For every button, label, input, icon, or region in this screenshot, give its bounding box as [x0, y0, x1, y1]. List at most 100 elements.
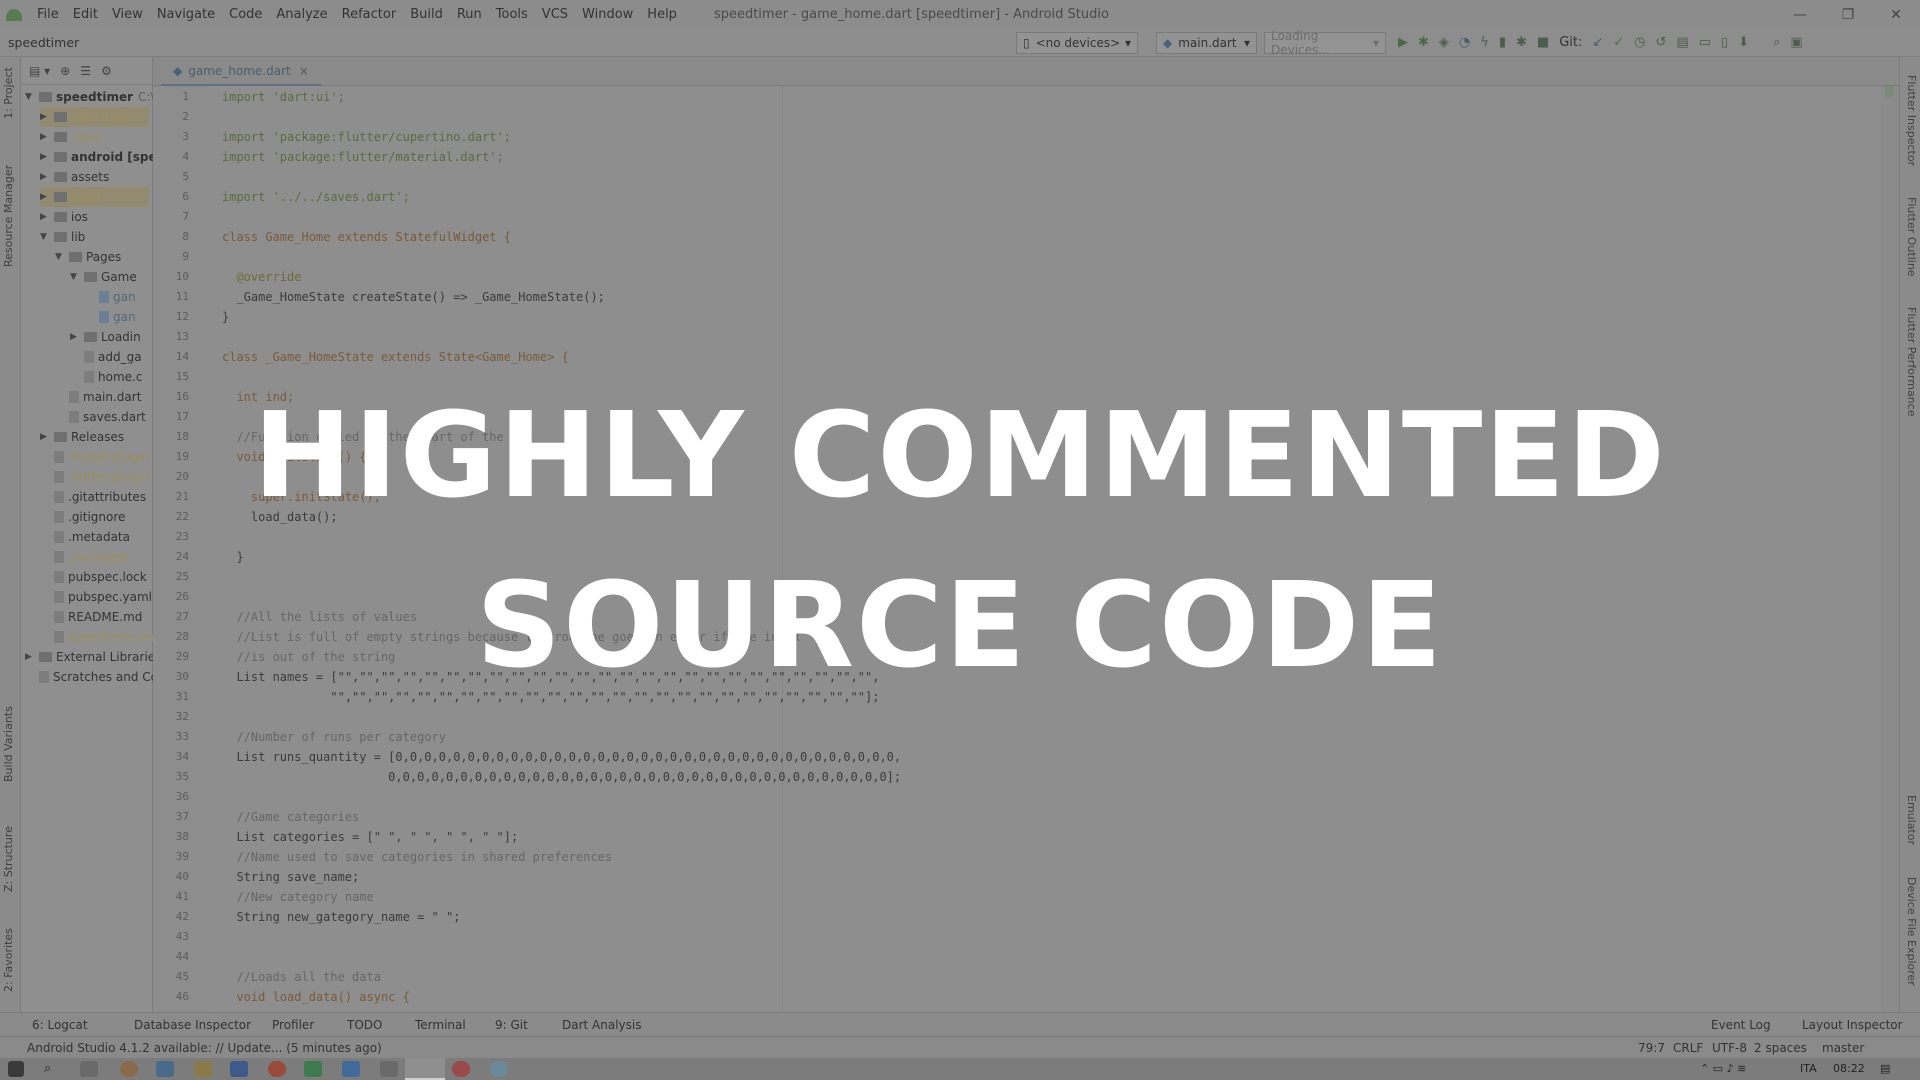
git-commit-icon[interactable]: ✓ [1613, 35, 1624, 50]
breadcrumb[interactable]: speedtimer [8, 35, 79, 50]
tree-item[interactable]: gan [85, 287, 136, 307]
input-language[interactable]: ITA [1800, 1062, 1817, 1075]
device-file-explorer-tool-tab[interactable]: Device File Explorer [1905, 877, 1918, 986]
collapsed-arrow-icon[interactable]: ▶ [40, 432, 50, 442]
view-mode-icon[interactable]: ▤ ▾ [29, 64, 50, 78]
file-encoding[interactable]: UTF-8 [1712, 1041, 1747, 1055]
task-view-icon[interactable] [80, 1061, 98, 1077]
settings-icon[interactable]: ▣ [1790, 35, 1802, 50]
tree-item[interactable]: ▶ .idea [40, 127, 101, 147]
tree-item[interactable]: add_ga [70, 347, 142, 367]
collapse-all-icon[interactable]: ☰ [80, 64, 91, 78]
line-separator[interactable]: CRLF [1673, 1041, 1703, 1055]
tree-item[interactable]: ▶ android [spee [40, 147, 165, 167]
tab-game-home[interactable]: ◆ game_home.dart × [161, 57, 321, 86]
menu-item-analyze[interactable]: Analyze [276, 7, 327, 22]
clock[interactable]: 08:22 [1833, 1062, 1865, 1075]
expanded-arrow-icon[interactable]: ▼ [70, 272, 80, 282]
tree-item[interactable]: ▶ build [40, 187, 149, 207]
tree-item[interactable]: .metadata [40, 527, 130, 547]
todo-tool-tab[interactable]: TODO [347, 1018, 382, 1032]
flutter-outline-tool-tab[interactable]: Flutter Outline [1905, 197, 1918, 277]
tree-item[interactable]: .flutter-plugin [40, 447, 149, 467]
menu-item-file[interactable]: File [37, 7, 59, 22]
tree-item[interactable]: ▶ Loadin [70, 327, 141, 347]
excel-icon[interactable] [304, 1061, 322, 1077]
terminal-app-icon[interactable] [380, 1061, 398, 1077]
cursor-position[interactable]: 79:7 [1638, 1041, 1665, 1055]
media-player-icon[interactable] [452, 1061, 470, 1077]
device-manager-icon[interactable]: ▮ [1499, 35, 1506, 50]
debug-icon[interactable]: ✱ [1418, 35, 1429, 50]
tree-item[interactable]: home.c [70, 367, 142, 387]
expanded-arrow-icon[interactable]: ▼ [25, 92, 35, 102]
powerpoint-icon[interactable] [268, 1061, 286, 1077]
sdk-manager-icon[interactable]: ⬇ [1738, 35, 1749, 50]
resource-manager-tool-tab[interactable]: Resource Manager [2, 165, 15, 267]
flutter-inspector-tool-tab[interactable]: Flutter Inspector [1905, 75, 1918, 166]
flutter-performance-tool-tab[interactable]: Flutter Performance [1905, 307, 1918, 416]
tree-item[interactable]: .gitignore [40, 507, 125, 527]
menu-item-tools[interactable]: Tools [496, 7, 528, 22]
close-tab-icon[interactable]: × [299, 64, 309, 78]
database-inspector-tool-tab[interactable]: Database Inspector [134, 1018, 251, 1032]
project-tool-tab[interactable]: 1: Project [2, 67, 15, 119]
vscode-icon[interactable] [342, 1061, 360, 1077]
tree-item[interactable]: ▶ ios [40, 207, 88, 227]
search-icon[interactable]: ⌕ [44, 1061, 62, 1077]
restore-button[interactable]: ❐ [1824, 0, 1872, 29]
dart-analysis-tool-tab[interactable]: Dart Analysis [562, 1018, 642, 1032]
tree-item[interactable]: ▶ assets [40, 167, 109, 187]
minimize-button[interactable]: — [1776, 0, 1824, 29]
menu-item-edit[interactable]: Edit [73, 7, 98, 22]
avd-manager-icon[interactable]: ▯ [1721, 35, 1728, 50]
menu-item-build[interactable]: Build [410, 7, 443, 22]
stop-icon[interactable]: ■ [1537, 35, 1549, 50]
collapsed-arrow-icon[interactable]: ▶ [25, 652, 35, 662]
project-structure-icon[interactable]: ▤ [1676, 35, 1688, 50]
run-config-selector[interactable]: ◆ main.dart ▾ [1156, 32, 1257, 54]
tree-item[interactable]: speedtimer.im [40, 627, 154, 647]
tree-item[interactable]: .gitattributes [40, 487, 146, 507]
tree-item[interactable]: ▼ Pages [55, 247, 121, 267]
gear-icon[interactable]: ⚙ [101, 64, 112, 78]
collapsed-arrow-icon[interactable]: ▶ [40, 152, 50, 162]
run-icon[interactable]: ▶ [1398, 35, 1408, 50]
expanded-arrow-icon[interactable]: ▼ [55, 252, 65, 262]
menu-item-run[interactable]: Run [457, 7, 482, 22]
browser-icon[interactable] [490, 1061, 508, 1077]
menu-item-navigate[interactable]: Navigate [157, 7, 215, 22]
tree-item[interactable]: pubspec.lock [40, 567, 147, 587]
hot-reload-icon[interactable]: ϟ [1480, 35, 1489, 50]
rollback-icon[interactable]: ↺ [1656, 35, 1667, 50]
collapsed-arrow-icon[interactable]: ▶ [40, 132, 50, 142]
tree-item[interactable]: ▼ Game [70, 267, 137, 287]
notifications-icon[interactable]: ▤ [1880, 1062, 1890, 1075]
tree-item[interactable]: ▶ Releases [40, 427, 124, 447]
git-branch[interactable]: master [1822, 1041, 1864, 1055]
editor-scrollbar[interactable] [1881, 86, 1899, 1012]
build-variants-tool-tab[interactable]: Build Variants [2, 706, 15, 782]
tree-item[interactable]: .packages [40, 547, 129, 567]
inspection-status-icon[interactable] [1885, 86, 1894, 97]
tree-item[interactable]: pubspec.yaml [40, 587, 152, 607]
loading-devices-selector[interactable]: Loading Devices... ▾ [1264, 29, 1386, 57]
tree-item[interactable]: main.dart [55, 387, 141, 407]
mail-icon[interactable] [156, 1061, 174, 1077]
menu-item-help[interactable]: Help [647, 7, 677, 22]
tree-item[interactable]: saves.dart [55, 407, 146, 427]
menu-item-view[interactable]: View [112, 7, 143, 22]
favorites-tool-tab[interactable]: 2: Favorites [2, 928, 15, 992]
tree-item[interactable]: ▼ lib [40, 227, 85, 247]
tree-item[interactable]: README.md [40, 607, 142, 627]
tree-item[interactable]: Scratches and Co [25, 667, 158, 687]
menu-item-refactor[interactable]: Refactor [342, 7, 397, 22]
search-icon[interactable]: ⌕ [1773, 35, 1780, 50]
expanded-arrow-icon[interactable]: ▼ [40, 232, 50, 242]
indent-setting[interactable]: 2 spaces [1754, 1041, 1807, 1055]
collapsed-arrow-icon[interactable]: ▶ [40, 172, 50, 182]
structure-tool-tab[interactable]: Z: Structure [2, 826, 15, 892]
android-studio-taskbar-button[interactable] [405, 1058, 445, 1080]
collapsed-arrow-icon[interactable]: ▶ [70, 332, 80, 342]
tree-item[interactable]: gan [85, 307, 136, 327]
